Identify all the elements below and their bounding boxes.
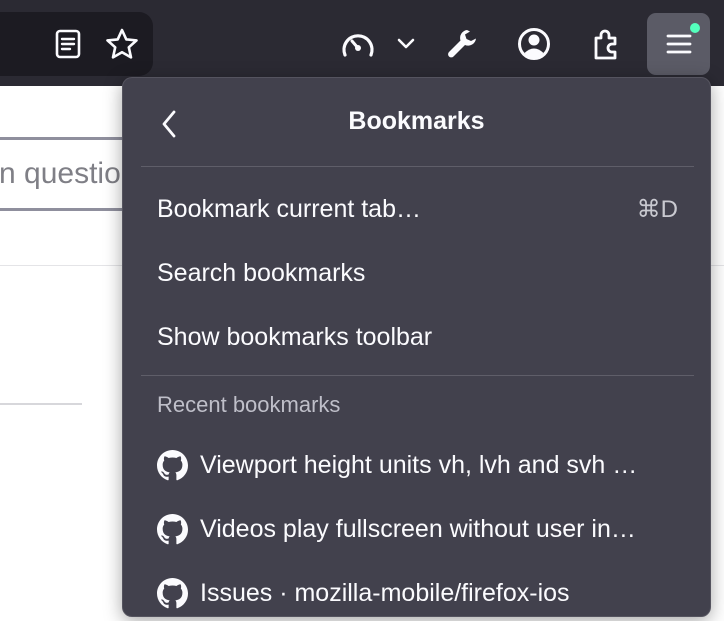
recent-bookmarks-heading: Recent bookmarks bbox=[157, 392, 341, 417]
extensions-icon bbox=[594, 29, 617, 60]
bookmark-star-icon bbox=[106, 28, 138, 59]
panel-header: Bookmarks bbox=[123, 78, 710, 167]
browser-toolbar bbox=[0, 0, 724, 86]
wrench-icon bbox=[448, 30, 476, 58]
chevron-down-icon bbox=[397, 38, 415, 49]
panel-separator bbox=[141, 166, 694, 167]
recent-bookmark-item[interactable]: Issues · mozilla-mobile/firefox-ios bbox=[141, 565, 694, 621]
github-icon bbox=[157, 449, 188, 480]
recent-bookmark-item[interactable]: Viewport height units vh, lvh and svh … bbox=[141, 437, 694, 493]
reader-view-icon bbox=[55, 29, 81, 59]
bookmark-page-button[interactable] bbox=[102, 24, 142, 64]
url-bar[interactable] bbox=[0, 12, 153, 76]
reader-view-button[interactable] bbox=[50, 26, 86, 62]
github-icon bbox=[157, 577, 188, 608]
performance-button[interactable] bbox=[336, 24, 380, 64]
menu-item-label: Bookmark current tab… bbox=[157, 194, 421, 223]
menu-item-shortcut: ⌘D bbox=[636, 195, 678, 223]
menu-item-label: Show bookmarks toolbar bbox=[157, 322, 433, 351]
devtools-button[interactable] bbox=[442, 24, 482, 64]
page-divider-short bbox=[0, 403, 82, 405]
extensions-button[interactable] bbox=[586, 24, 626, 64]
account-button[interactable] bbox=[514, 24, 554, 64]
search-bookmarks-item[interactable]: Search bookmarks bbox=[141, 245, 694, 301]
speedometer-icon bbox=[342, 34, 374, 57]
hamburger-menu-icon bbox=[666, 34, 691, 54]
account-icon bbox=[518, 28, 550, 60]
recent-bookmark-item[interactable]: Videos play fullscreen without user in… bbox=[141, 501, 694, 557]
update-badge bbox=[690, 23, 700, 33]
panel-title: Bookmarks bbox=[348, 107, 485, 135]
bookmark-title: Videos play fullscreen without user in… bbox=[200, 514, 636, 543]
menu-item-label: Search bookmarks bbox=[157, 258, 366, 287]
performance-dropdown[interactable] bbox=[394, 34, 418, 54]
bookmark-title: Issues · mozilla-mobile/firefox-ios bbox=[200, 578, 570, 607]
panel-separator bbox=[141, 375, 694, 376]
bookmarks-panel: Bookmarks Bookmark current tab… ⌘D Searc… bbox=[122, 77, 711, 617]
show-bookmarks-toolbar-item[interactable]: Show bookmarks toolbar bbox=[141, 309, 694, 365]
bookmark-current-tab-item[interactable]: Bookmark current tab… ⌘D bbox=[141, 181, 694, 237]
app-menu-button[interactable] bbox=[647, 13, 710, 75]
bookmark-title: Viewport height units vh, lvh and svh … bbox=[200, 450, 638, 479]
page-search-placeholder: n questio bbox=[0, 157, 121, 190]
github-icon bbox=[157, 513, 188, 544]
